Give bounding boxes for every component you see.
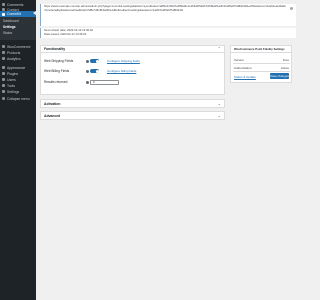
collapse-menu-button[interactable]: Collapse menu bbox=[0, 96, 36, 101]
advanced-title: Advanced bbox=[44, 114, 61, 118]
version-value: Free bbox=[282, 58, 289, 62]
menu-item-tools[interactable]: Tools bbox=[0, 83, 36, 88]
admin-sidebar: Comments Contact CommKit Dashboard Setti… bbox=[0, 0, 36, 300]
side-panel-header: WooCommerce Point Fidelity Settings bbox=[231, 46, 291, 53]
date-notice: Next refresh date: 2023-02-13 13:36:32 D… bbox=[40, 28, 296, 38]
authorization-key: Authorization bbox=[234, 66, 252, 70]
menu-item-plugins[interactable]: Plugins bbox=[0, 71, 36, 76]
users-icon bbox=[2, 78, 5, 81]
plugins-icon bbox=[2, 72, 5, 75]
help-icon[interactable] bbox=[86, 69, 89, 73]
configure-shipping-link[interactable]: Configure shipping fields bbox=[107, 59, 140, 63]
active-menu-arrow bbox=[33, 11, 36, 15]
menu-item-appearance[interactable]: Appearance bbox=[0, 65, 36, 70]
field-label-results: Results returned bbox=[44, 80, 68, 84]
authorization-value: Active bbox=[280, 66, 289, 70]
chevron-up-icon[interactable]: ⌃ bbox=[218, 47, 221, 51]
authorization-row: Authorization Active bbox=[234, 66, 289, 70]
menu-item-products[interactable]: Products bbox=[0, 50, 36, 55]
field-row-results: Results returned 0 bbox=[44, 79, 119, 85]
menu-item-users[interactable]: Users bbox=[0, 77, 36, 82]
settings-icon bbox=[2, 90, 5, 93]
menu-item-woocommerce[interactable]: WooCommerce bbox=[0, 44, 36, 49]
shipping-toggle[interactable] bbox=[90, 59, 99, 63]
field-label-shipping: Web Shipping Fields bbox=[44, 59, 74, 63]
products-icon bbox=[2, 51, 5, 54]
results-input[interactable]: 0 bbox=[90, 79, 119, 85]
commkit-icon bbox=[2, 12, 5, 16]
submenu-item-status[interactable]: Status bbox=[3, 31, 12, 35]
submenu-item-dashboard[interactable]: Dashboard bbox=[3, 19, 19, 23]
date-issued: Date issued: 2023-02-12 13:36:32 bbox=[44, 31, 87, 36]
save-changes-button[interactable]: Save changes bbox=[270, 73, 289, 79]
divider bbox=[233, 71, 290, 72]
chevron-down-icon[interactable]: ⌄ bbox=[218, 102, 221, 106]
activation-title: Activation bbox=[44, 102, 61, 106]
url-notice: https://www.example.com/wp-admin/admin.p… bbox=[40, 4, 296, 26]
activation-panel[interactable]: Activation ⌄ bbox=[40, 99, 225, 108]
dismiss-icon[interactable] bbox=[290, 7, 293, 10]
woocommerce-icon bbox=[2, 45, 5, 48]
field-label-billing: Web Billing Fields bbox=[44, 69, 70, 73]
configure-billing-link[interactable]: Configure billing fields bbox=[107, 69, 136, 73]
functionality-header[interactable]: Functionality ⌃ bbox=[41, 46, 224, 53]
comments-icon bbox=[2, 3, 5, 6]
menu-item-analytics[interactable]: Analytics bbox=[0, 56, 36, 61]
field-row-billing: Web Billing Fields Configure billing fie… bbox=[44, 68, 136, 74]
divider bbox=[233, 63, 290, 64]
functionality-panel: Functionality ⌃ Web Shipping Fields Conf… bbox=[40, 45, 225, 95]
side-info-panel: WooCommerce Point Fidelity Settings Vers… bbox=[230, 45, 292, 83]
functionality-title: Functionality bbox=[44, 47, 66, 51]
billing-toggle[interactable] bbox=[90, 69, 99, 73]
analytics-icon bbox=[2, 57, 5, 60]
side-panel-title: WooCommerce Point Fidelity Settings bbox=[234, 47, 285, 51]
url-notice-text: https://www.example.com/wp-admin/admin.p… bbox=[44, 4, 286, 12]
collapse-icon bbox=[2, 97, 5, 100]
version-row: Version Free bbox=[234, 58, 289, 62]
help-icon[interactable] bbox=[86, 80, 89, 84]
chevron-down-icon[interactable]: ⌄ bbox=[218, 114, 221, 118]
submenu: Dashboard Settings Status bbox=[0, 17, 36, 40]
version-key: Version bbox=[234, 58, 245, 62]
submenu-item-settings[interactable]: Settings bbox=[3, 25, 16, 29]
menu-item-settings[interactable]: Settings bbox=[0, 89, 36, 94]
field-row-shipping: Web Shipping Fields Configure shipping f… bbox=[44, 58, 140, 64]
advanced-panel[interactable]: Advanced ⌄ bbox=[40, 111, 225, 120]
activation-header[interactable]: Activation ⌄ bbox=[41, 100, 224, 108]
help-icon[interactable] bbox=[86, 59, 89, 63]
advanced-header[interactable]: Advanced ⌄ bbox=[41, 112, 224, 120]
status-update-link[interactable]: Status & Update bbox=[234, 75, 256, 79]
appearance-icon bbox=[2, 66, 5, 69]
tools-icon bbox=[2, 84, 5, 87]
